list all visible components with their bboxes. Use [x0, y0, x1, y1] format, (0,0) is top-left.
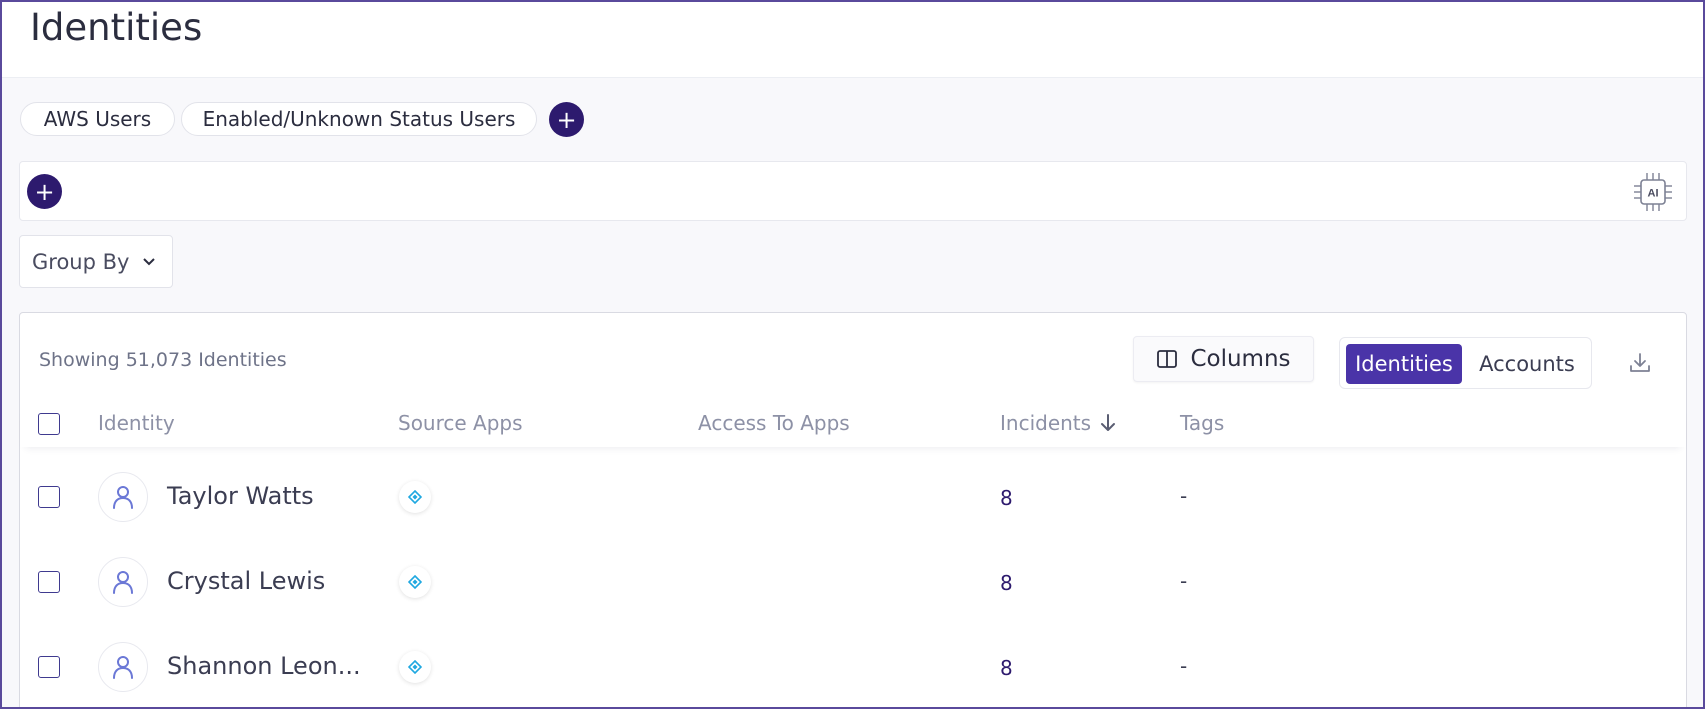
tags-value: -	[1180, 654, 1188, 678]
identity-name[interactable]: Taylor Watts	[167, 482, 314, 510]
app-window: Identities AWS Users Enabled/Unknown Sta…	[0, 0, 1705, 709]
filter-bar: + AI	[19, 161, 1687, 221]
saved-filter-label: Enabled/Unknown Status Users	[202, 107, 516, 131]
column-header-source-apps[interactable]: Source Apps	[398, 411, 523, 435]
toggle-accounts[interactable]: Accounts	[1466, 344, 1588, 384]
app-logo-shape	[408, 490, 422, 504]
column-header-incidents[interactable]: Incidents	[1000, 411, 1117, 435]
incidents-count[interactable]: 8	[1000, 486, 1013, 510]
add-filter-button[interactable]: +	[27, 174, 62, 209]
table-header: Identity Source Apps Access To Apps Inci…	[20, 401, 1686, 447]
add-saved-filter-button[interactable]: +	[549, 102, 584, 137]
row-checkbox[interactable]	[38, 571, 60, 593]
ai-label: AI	[1648, 188, 1659, 200]
table-row[interactable]: Taylor Watts 8 -	[20, 455, 1686, 540]
avatar	[98, 642, 148, 692]
arrow-down-icon	[1101, 414, 1116, 431]
saved-filter-aws-users[interactable]: AWS Users	[20, 102, 175, 136]
identity-name[interactable]: Shannon Leon...	[167, 652, 361, 680]
results-count: Showing 51,073 Identities	[39, 349, 287, 371]
toggle-identities[interactable]: Identities	[1346, 344, 1462, 384]
incidents-count[interactable]: 8	[1000, 656, 1013, 680]
user-icon	[113, 656, 133, 679]
tags-value: -	[1180, 484, 1188, 508]
table-row[interactable]: Shannon Leon... 8 -	[20, 625, 1686, 707]
row-checkbox[interactable]	[38, 656, 60, 678]
app-logo-icon[interactable]	[399, 651, 431, 683]
download-icon[interactable]	[1628, 351, 1652, 375]
row-checkbox[interactable]	[38, 486, 60, 508]
columns-label: Columns	[1190, 346, 1291, 372]
columns-icon	[1157, 350, 1178, 368]
page-header: Identities	[2, 2, 1703, 78]
incidents-count[interactable]: 8	[1000, 571, 1013, 595]
app-logo-shape	[408, 660, 422, 674]
plus-icon: +	[34, 177, 55, 206]
column-header-incidents-label: Incidents	[1000, 411, 1092, 435]
ai-assistant-icon[interactable]: AI	[1632, 171, 1674, 213]
group-by-label: Group By	[32, 249, 130, 274]
select-all-checkbox[interactable]	[38, 413, 60, 435]
page-title: Identities	[30, 6, 203, 49]
column-header-tags[interactable]: Tags	[1180, 411, 1224, 435]
user-icon	[113, 571, 133, 594]
identity-name[interactable]: Crystal Lewis	[167, 567, 325, 595]
saved-filter-label: AWS Users	[43, 107, 152, 131]
identities-table-card: Showing 51,073 Identities Columns Identi…	[19, 312, 1687, 707]
avatar	[98, 557, 148, 607]
column-header-access-to-apps[interactable]: Access To Apps	[698, 411, 850, 435]
app-logo-icon[interactable]	[399, 566, 431, 598]
column-header-identity[interactable]: Identity	[98, 411, 175, 435]
saved-filter-enabled-unknown-status-users[interactable]: Enabled/Unknown Status Users	[181, 102, 537, 136]
avatar	[98, 472, 148, 522]
group-by-dropdown[interactable]: Group By	[19, 235, 173, 288]
app-logo-icon[interactable]	[399, 481, 431, 513]
chevron-down-icon	[143, 257, 156, 265]
view-toggle: Identities Accounts	[1339, 337, 1592, 389]
columns-button[interactable]: Columns	[1133, 336, 1314, 382]
app-logo-shape	[408, 575, 422, 589]
table-row[interactable]: Crystal Lewis 8 -	[20, 540, 1686, 625]
user-icon	[113, 486, 133, 509]
plus-icon: +	[556, 105, 577, 134]
tags-value: -	[1180, 569, 1188, 593]
